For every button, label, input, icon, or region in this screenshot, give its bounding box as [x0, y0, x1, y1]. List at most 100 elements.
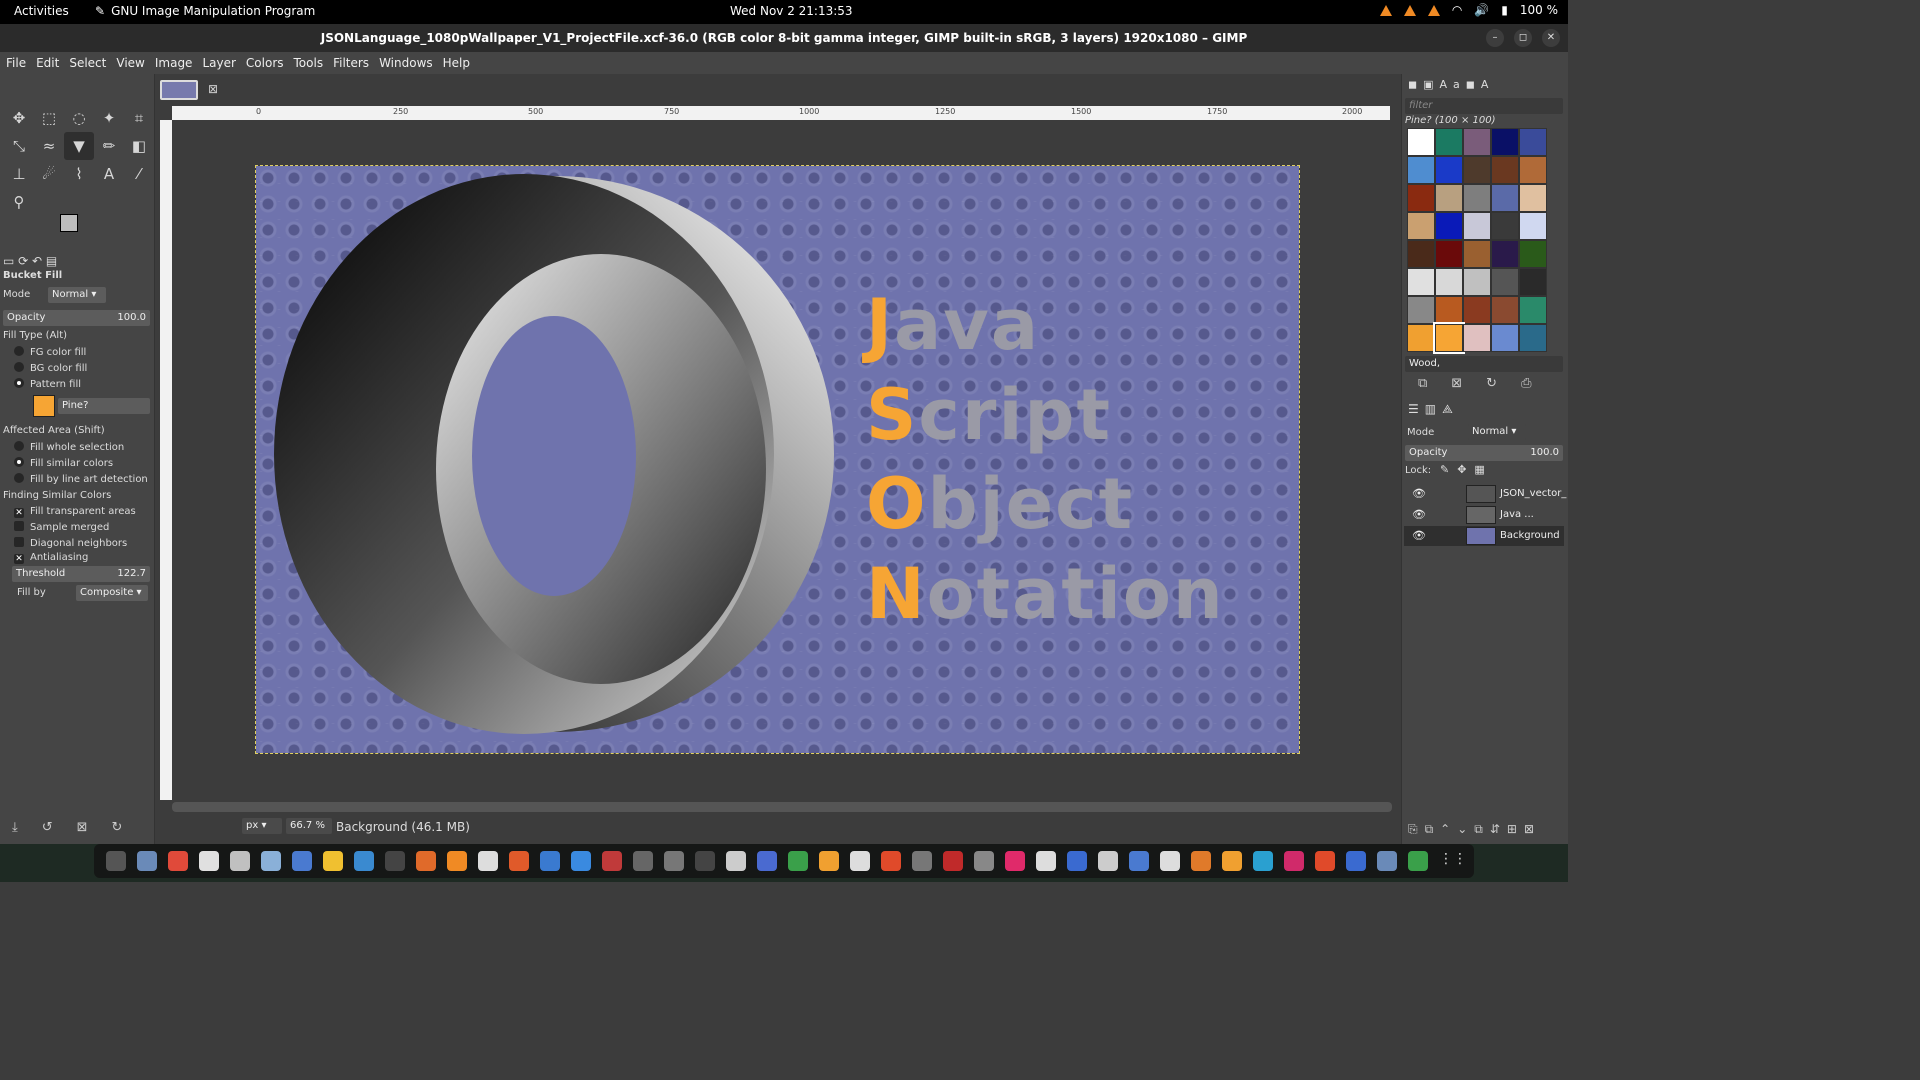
zoom-dropdown[interactable]: 66.7 %: [286, 818, 332, 834]
affected-similar-colors[interactable]: Fill similar colors: [14, 457, 113, 469]
writer-icon[interactable]: [292, 851, 312, 871]
pattern-swatch[interactable]: [1519, 240, 1547, 268]
notes-icon[interactable]: [323, 851, 343, 871]
move-tool-icon[interactable]: ✥: [4, 104, 34, 132]
color-picker-tool-icon[interactable]: ⁄: [124, 160, 154, 188]
fill-type-bg[interactable]: BG color fill: [14, 362, 87, 374]
affected-line-art[interactable]: Fill by line art detection: [14, 473, 148, 485]
eye-icon[interactable]: 👁: [1412, 529, 1426, 542]
fuzzy-select-tool-icon[interactable]: ✦: [94, 104, 124, 132]
unit-dropdown[interactable]: px ▾: [242, 818, 282, 834]
unified-transform-tool-icon[interactable]: ⤡: [4, 132, 34, 160]
pattern-swatch[interactable]: [1435, 268, 1463, 296]
pattern-swatch[interactable]: [1435, 184, 1463, 212]
pattern-swatch[interactable]: [1407, 128, 1435, 156]
text-editor-icon[interactable]: [354, 851, 374, 871]
pattern-swatch[interactable]: [1491, 128, 1519, 156]
tool-options-footer-icons[interactable]: ⤓↺⊠↻: [12, 820, 146, 835]
pattern-swatch-selected[interactable]: [1433, 322, 1465, 354]
terminal-icon[interactable]: [106, 851, 126, 871]
impress-icon[interactable]: [881, 851, 901, 871]
pattern-swatch[interactable]: [1463, 324, 1491, 352]
pattern-swatch[interactable]: [1407, 268, 1435, 296]
app-icon[interactable]: [1160, 851, 1180, 871]
pattern-swatch[interactable]: [1491, 296, 1519, 324]
antialiasing-checkbox[interactable]: ✕ Antialiasing: [14, 552, 88, 564]
mode-dropdown[interactable]: Normal ▾: [48, 287, 106, 303]
rect-select-tool-icon[interactable]: ⬚: [34, 104, 64, 132]
paths-tool-icon[interactable]: ⌇: [64, 160, 94, 188]
menu-tools[interactable]: Tools: [294, 56, 324, 70]
menu-file[interactable]: File: [6, 56, 26, 70]
warning-icon[interactable]: [1379, 4, 1392, 16]
monitor-icon[interactable]: [602, 851, 622, 871]
pattern-swatch[interactable]: [1435, 240, 1463, 268]
pattern-swatch[interactable]: [1491, 324, 1519, 352]
crop-tool-icon[interactable]: ⌗: [124, 104, 154, 132]
layers-dock-tabs[interactable]: ☰▥⟁: [1408, 402, 1459, 417]
app-menu[interactable]: ✎ GNU Image Manipulation Program: [95, 4, 315, 18]
pattern-swatch[interactable]: [1491, 240, 1519, 268]
pattern-swatch[interactable]: [1435, 128, 1463, 156]
layer-row[interactable]: 👁 JSON_vector_: [1404, 484, 1566, 504]
app-icon[interactable]: [943, 851, 963, 871]
pattern-filter-input[interactable]: filter: [1405, 98, 1563, 114]
app-icon[interactable]: [1098, 851, 1118, 871]
terminal-icon[interactable]: [385, 851, 405, 871]
menu-colors[interactable]: Colors: [246, 56, 284, 70]
pattern-swatch[interactable]: [1407, 212, 1435, 240]
app-icon[interactable]: [1408, 851, 1428, 871]
calc-icon[interactable]: [788, 851, 808, 871]
text-tool-icon[interactable]: A: [94, 160, 124, 188]
warp-tool-icon[interactable]: ≈: [34, 132, 64, 160]
affected-whole-selection[interactable]: Fill whole selection: [14, 441, 124, 453]
vlc-icon[interactable]: [447, 851, 467, 871]
bucket-fill-tool-icon[interactable]: ▼: [64, 132, 94, 160]
lock-icons[interactable]: ✎✥▦: [1440, 463, 1493, 476]
pattern-swatch[interactable]: [1463, 156, 1491, 184]
firefox-icon[interactable]: [416, 851, 436, 871]
close-tab-icon[interactable]: ⊠: [208, 82, 218, 96]
diagonal-neighbors-checkbox[interactable]: Diagonal neighbors: [14, 537, 127, 549]
zoom-tool-icon[interactable]: ⚲: [4, 188, 34, 216]
paintbrush-tool-icon[interactable]: ✏: [94, 132, 124, 160]
activities-button[interactable]: Activities: [14, 4, 69, 18]
pattern-swatch[interactable]: [1463, 212, 1491, 240]
wifi-icon[interactable]: ◠: [1452, 3, 1462, 17]
pattern-panel-buttons[interactable]: ⧉⊠↻⎙: [1418, 376, 1555, 391]
pattern-swatch[interactable]: [1519, 212, 1547, 240]
layers-mode-dropdown[interactable]: Normal ▾: [1468, 424, 1526, 440]
pattern-swatch[interactable]: [1407, 156, 1435, 184]
layer-row-selected[interactable]: 👁 Background: [1404, 526, 1564, 546]
menu-layer[interactable]: Layer: [202, 56, 235, 70]
archive-icon[interactable]: [819, 851, 839, 871]
dock-tabs[interactable]: ◼▣Aa◼A: [1408, 78, 1494, 91]
app-icon[interactable]: [1036, 851, 1056, 871]
menu-view[interactable]: View: [116, 56, 144, 70]
document-icon[interactable]: [199, 851, 219, 871]
app-icon[interactable]: [1315, 851, 1335, 871]
pattern-swatch[interactable]: [1491, 156, 1519, 184]
disk-icon[interactable]: [478, 851, 498, 871]
menu-filters[interactable]: Filters: [333, 56, 369, 70]
menu-windows[interactable]: Windows: [379, 56, 433, 70]
pattern-swatch[interactable]: [1407, 184, 1435, 212]
smudge-tool-icon[interactable]: ☄: [34, 160, 64, 188]
app-icon[interactable]: [1377, 851, 1397, 871]
camera-icon[interactable]: [633, 851, 653, 871]
layers-opacity-slider[interactable]: Opacity 100.0: [1405, 445, 1563, 461]
pattern-swatch[interactable]: [1463, 128, 1491, 156]
maximize-button[interactable]: ◻: [1514, 29, 1532, 47]
pattern-swatch[interactable]: [1435, 156, 1463, 184]
layer-row[interactable]: 👁 Java ...: [1404, 505, 1564, 525]
pattern-swatch[interactable]: [33, 395, 55, 417]
app-icon[interactable]: [912, 851, 932, 871]
pattern-tag-field[interactable]: Wood,: [1405, 356, 1563, 372]
app-icon[interactable]: [1222, 851, 1242, 871]
pattern-swatch[interactable]: [1491, 212, 1519, 240]
pattern-swatch[interactable]: [1407, 296, 1435, 324]
app-icon[interactable]: [1284, 851, 1304, 871]
sample-merged-checkbox[interactable]: Sample merged: [14, 521, 109, 533]
pattern-swatch[interactable]: [1519, 184, 1547, 212]
app-icon[interactable]: [1253, 851, 1273, 871]
